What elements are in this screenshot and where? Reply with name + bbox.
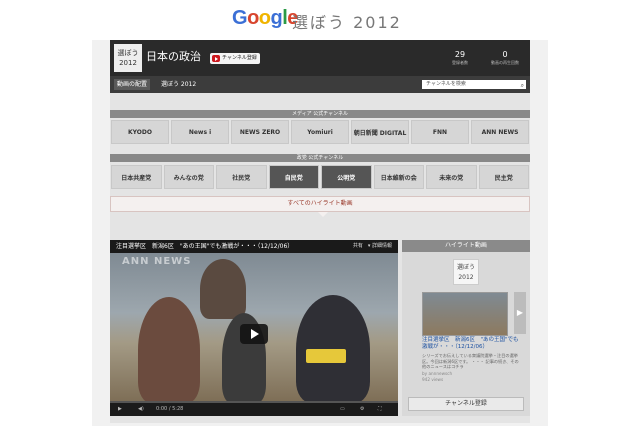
page: Google 選ぼう 2012 選ぼう 2012 日本の政治 チャンネル登録 2…	[92, 0, 548, 426]
candidate-sash	[306, 349, 346, 363]
sidebar-subscribe-button[interactable]: チャンネル登録	[408, 397, 524, 411]
person-figure	[138, 297, 200, 403]
subscribe-label: チャンネル登録	[222, 55, 257, 61]
channel-header: 選ぼう 2012 日本の政治 チャンネル登録 29 登録者数 0 動画の再生回数	[110, 40, 530, 76]
player-controls: ▶ ◀) 0:00 / 5:28 ▭ ⚙ ⛶	[110, 403, 398, 416]
share-menu[interactable]: 共有 ▾ 詳細情報	[353, 240, 392, 253]
channel-title[interactable]: 日本の政治	[146, 48, 201, 64]
google-logo-letter: o	[258, 7, 271, 29]
next-arrow-icon[interactable]: ▶	[514, 292, 526, 334]
video-player[interactable]: 注目選挙区 新潟6区 "あの王国"でも激戦が・・・（12/12/06） 共有 ▾…	[110, 240, 398, 416]
play-button[interactable]	[240, 324, 268, 344]
channel-logo-tile[interactable]: 民主党	[478, 165, 529, 189]
channel-logo-tile[interactable]: 日本維新の会	[373, 165, 424, 189]
video-title[interactable]: 注目選挙区 新潟6区 "あの王国"でも激戦が・・・（12/12/06）	[116, 243, 293, 250]
youtube-icon[interactable]: ▭	[340, 403, 345, 416]
settings-icon[interactable]: ⚙	[360, 403, 364, 416]
youtube-icon	[212, 55, 220, 62]
channel-logo-tile[interactable]: 未来の党	[426, 165, 477, 189]
tab-video-layout[interactable]: 動画の配置	[114, 79, 151, 90]
video-frame[interactable]: ANN NEWS	[110, 253, 398, 403]
media-section-title: メディア 公式チャンネル	[110, 110, 530, 118]
sidebar-title: ハイライト動画	[402, 240, 530, 252]
google-logo: Google	[232, 7, 298, 30]
volume-icon[interactable]: ◀)	[138, 403, 144, 416]
page-subtitle: 選ぼう 2012	[292, 13, 402, 32]
channel-logo-tile[interactable]: 日本共産党	[111, 165, 162, 189]
pointer-arrow	[318, 212, 328, 217]
subscribe-button[interactable]: チャンネル登録	[210, 53, 260, 64]
sidebar-video-title[interactable]: 注目選挙区 新潟6区 "あの王国"でも激戦が・・・（12/12/06）	[422, 337, 522, 351]
google-logo-letter: g	[270, 7, 283, 29]
all-highlights-button[interactable]: すべてのハイライト動画	[110, 196, 530, 212]
subscriber-count: 29	[454, 50, 466, 59]
channel-tabs: 動画の配置 選ぼう 2012 チャンネルを検索 ⌕	[110, 76, 530, 93]
channel-logo-tile[interactable]: 自民党	[268, 165, 319, 189]
person-figure	[200, 259, 246, 319]
channel-logo-tile[interactable]: 朝日新聞 DIGITAL	[351, 120, 409, 144]
time-display: 0:00 / 5:28	[156, 406, 184, 412]
ann-watermark: ANN NEWS	[122, 256, 192, 267]
sidebar-video-meta: by annnewsch 942 views	[422, 371, 522, 382]
subscriber-label: 登録者数	[452, 60, 468, 65]
top-logo-row: Google 選ぼう 2012	[92, 0, 548, 40]
channel-logo-tile[interactable]: FNN	[411, 120, 469, 144]
views-count: 0	[502, 50, 508, 59]
fullscreen-icon[interactable]: ⛶	[378, 403, 382, 416]
google-logo-letter: o	[247, 7, 259, 29]
views-stat: 0 動画の再生回数	[491, 50, 519, 66]
sidebar-video-description: シリーズでお伝えしている衆議院選挙・注目の選挙区。今回は新潟6区です。 ・・・ …	[422, 353, 519, 369]
channel-search-input[interactable]: チャンネルを検索 ⌕	[422, 80, 526, 89]
channel-logo-tile[interactable]: 公明党	[321, 165, 372, 189]
channel-logo-tile[interactable]: NEWS ZERO	[231, 120, 289, 144]
channel-logo-tile[interactable]: KYODO	[111, 120, 169, 144]
party-logos: 日本共産党 みんなの党 社民党 自民党 公明党 日本維新の会 未来の党 民主党	[110, 164, 530, 190]
tab-erabou-2012[interactable]: 選ぼう 2012	[158, 79, 199, 90]
channel-logo-tile[interactable]: 社民党	[216, 165, 267, 189]
erabou-logo: 選ぼう 2012	[453, 259, 479, 285]
video-views: 942 views	[422, 376, 444, 382]
search-icon[interactable]: ⌕	[521, 81, 524, 90]
play-icon[interactable]: ▶	[118, 403, 122, 416]
video-title-bar: 注目選挙区 新潟6区 "あの王国"でも激戦が・・・（12/12/06） 共有 ▾…	[110, 240, 398, 253]
channel-logo-tile[interactable]: ANN NEWS	[471, 120, 529, 144]
channel-logo-tile[interactable]: みんなの党	[163, 165, 214, 189]
media-logos: KYODO News i NEWS ZERO Yomiuri 朝日新聞 DIGITAL F…	[110, 119, 530, 145]
channel-logo-tile[interactable]: Yomiuri	[291, 120, 349, 144]
video-thumbnail[interactable]	[422, 292, 508, 336]
channel-logo-tile[interactable]: News i	[171, 120, 229, 144]
search-placeholder: チャンネルを検索	[426, 81, 466, 87]
subscriber-stat: 29 登録者数	[452, 50, 468, 66]
highlight-sidebar: ハイライト動画 選ぼう 2012 ▶ 注目選挙区 新潟6区 "あの王国"でも激戦…	[402, 240, 530, 416]
views-label: 動画の再生回数	[491, 60, 519, 65]
party-section-title: 政党 公式チャンネル	[110, 154, 530, 162]
google-logo-letter: G	[232, 7, 248, 29]
channel-avatar[interactable]: 選ぼう 2012	[114, 44, 142, 72]
